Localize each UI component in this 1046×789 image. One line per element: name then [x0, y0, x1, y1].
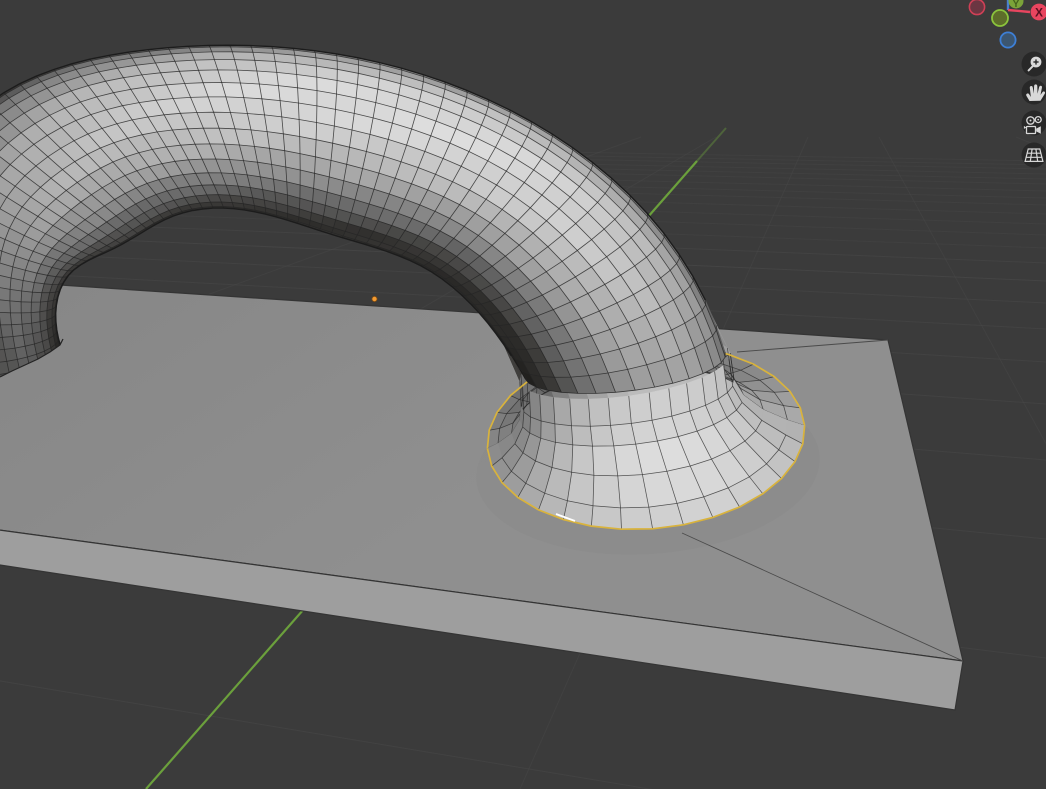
- svg-text:X: X: [1035, 6, 1043, 20]
- svg-text:Y: Y: [1013, 0, 1020, 10]
